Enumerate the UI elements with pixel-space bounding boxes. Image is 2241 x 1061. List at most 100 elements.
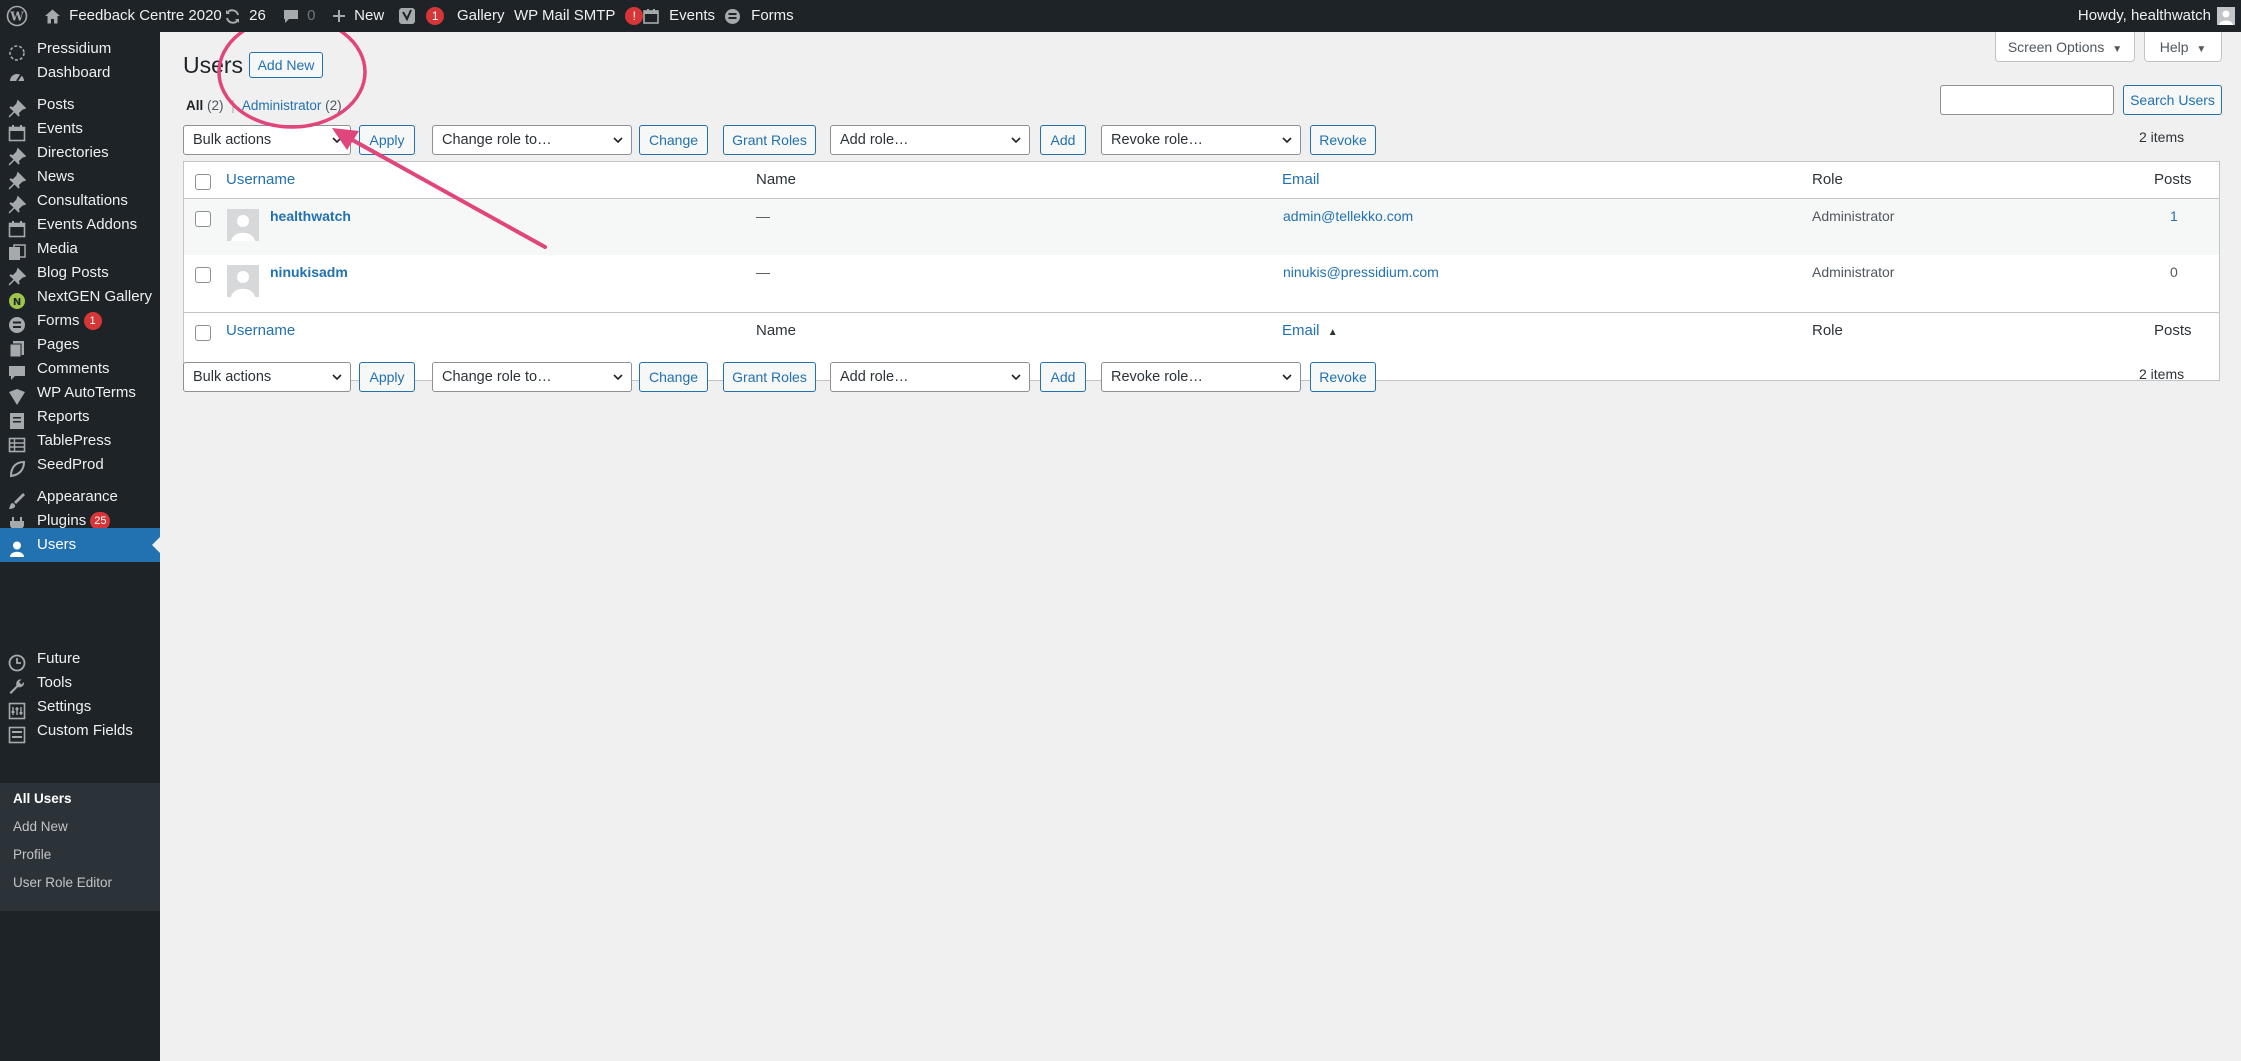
screen-options-button[interactable]: Screen Options ▼: [1995, 32, 2135, 62]
yoast-icon: [399, 8, 415, 25]
change-role-select-bottom[interactable]: Change role to…: [432, 362, 632, 392]
column-username[interactable]: Username: [226, 322, 295, 339]
wordpress-logo-icon[interactable]: W: [6, 0, 28, 32]
updates-link[interactable]: 26: [224, 0, 266, 32]
sidebar-item-custom-fields[interactable]: Custom Fields: [0, 714, 160, 748]
column-name: Name: [756, 171, 797, 188]
comment-icon: [284, 10, 298, 24]
posts-count: 0: [2170, 264, 2178, 280]
submenu-item-user-role-editor[interactable]: User Role Editor: [13, 875, 112, 890]
updates-count: 26: [249, 7, 266, 24]
sort-ascending-icon: ▲: [1327, 327, 1338, 338]
grant-roles-button[interactable]: Grant Roles: [723, 125, 816, 155]
site-name-link[interactable]: Feedback Centre 2020: [44, 0, 222, 32]
search-input[interactable]: [1940, 85, 2114, 115]
smtp-label: WP Mail SMTP: [514, 7, 616, 24]
add-role-button[interactable]: Add: [1040, 125, 1086, 155]
sidebar-item-label: Events Addons: [37, 216, 138, 233]
add-role-select[interactable]: Add role…: [830, 125, 1030, 155]
sidebar-item-label: TablePress: [37, 432, 112, 449]
column-email[interactable]: Email: [1282, 171, 1320, 188]
forms-link[interactable]: Forms: [724, 0, 794, 32]
chevron-down-icon: [332, 374, 342, 381]
avatar[interactable]: [2217, 0, 2235, 32]
bulk-actions-select-bottom[interactable]: Bulk actions: [183, 362, 351, 392]
name-cell: —: [756, 208, 770, 224]
revoke-button-bottom[interactable]: Revoke: [1310, 362, 1376, 392]
sidebar-item-label: Posts: [37, 96, 75, 113]
sidebar-item-dashboard[interactable]: Dashboard: [0, 56, 160, 90]
sidebar-item-label: Comments: [37, 360, 110, 377]
comments-count: 0: [307, 7, 316, 24]
sidebar-item-users[interactable]: Users: [0, 528, 160, 562]
chevron-down-icon: [1282, 137, 1292, 144]
submenu-item-all-users[interactable]: All Users: [13, 791, 72, 806]
email-link[interactable]: ninukis@pressidium.com: [1283, 264, 1439, 280]
apply-button-bottom[interactable]: Apply: [359, 362, 415, 392]
add-role-button-bottom[interactable]: Add: [1040, 362, 1086, 392]
sidebar-item-label: Custom Fields: [37, 722, 133, 739]
sidebar-item-label: Reports: [37, 408, 90, 425]
sidebar-item-label: Consultations: [37, 192, 128, 209]
column-name: Name: [756, 322, 797, 339]
select-value: Add role…: [840, 369, 909, 385]
admin-bar: W Feedback Centre 2020 26 0 New 1 Galler…: [0, 0, 2241, 32]
sidebar-item-label: Users: [37, 536, 77, 553]
select-all-checkbox[interactable]: [195, 325, 211, 341]
sidebar-item-seedprod[interactable]: SeedProd: [0, 448, 160, 482]
submenu-item-add-new[interactable]: Add New: [13, 819, 68, 834]
updates-icon: [226, 8, 239, 24]
sidebar-item-label: Plugins: [37, 512, 87, 529]
sidebar-item-label: Dashboard: [37, 64, 111, 81]
revoke-role-select[interactable]: Revoke role…: [1101, 125, 1301, 155]
sidebar-item-label: Settings: [37, 698, 92, 715]
column-posts: Posts: [2154, 322, 2192, 339]
posts-count-link[interactable]: 1: [2170, 208, 2178, 224]
calendar-icon: [643, 9, 659, 24]
home-icon: [45, 9, 60, 24]
seedprod-icon: [8, 457, 26, 478]
sidebar-item-label: Tools: [37, 674, 73, 691]
howdy-text[interactable]: Howdy, healthwatch: [2078, 0, 2211, 32]
email-header-label: Email: [1282, 322, 1320, 339]
new-content-link[interactable]: New: [332, 0, 384, 32]
sidebar-item-label: SeedProd: [37, 456, 104, 473]
yoast-link[interactable]: 1: [398, 0, 445, 32]
plus-icon: [333, 10, 345, 23]
items-count-bottom: 2 items: [2139, 366, 2185, 382]
sidebar-item-label: NextGEN Gallery: [37, 288, 153, 305]
fields-icon: [8, 723, 26, 744]
sidebar-item-label: Media: [37, 240, 78, 257]
annotation-arrow-line: [336, 130, 547, 249]
help-button[interactable]: Help ▼: [2144, 32, 2222, 62]
submenu-item-profile[interactable]: Profile: [13, 847, 51, 862]
wp-mail-smtp-link[interactable]: WP Mail SMTP !: [514, 0, 644, 32]
sidebar-item-label: Pages: [37, 336, 80, 353]
select-value: Change role to…: [442, 369, 552, 385]
smtp-badge: !: [625, 7, 644, 26]
search-users-button[interactable]: Search Users: [2123, 85, 2222, 115]
sidebar-item-label: Future: [37, 650, 81, 667]
table-footer: Username Name Email ▲ Role Posts: [184, 312, 2219, 349]
change-button-bottom[interactable]: Change: [639, 362, 708, 392]
comments-link[interactable]: 0: [283, 0, 316, 32]
gallery-link[interactable]: Gallery: [457, 0, 505, 32]
site-name: Feedback Centre 2020: [69, 7, 222, 24]
sidebar-item-label: News: [37, 168, 75, 185]
chevron-down-icon: [1282, 374, 1292, 381]
role-cell: Administrator: [1812, 264, 1895, 280]
annotation-arrowhead: [332, 128, 359, 150]
sidebar-item-label: Pressidium: [37, 40, 112, 57]
chevron-down-icon: ▼: [2196, 44, 2207, 55]
user-icon: [8, 537, 26, 557]
add-role-select-bottom[interactable]: Add role…: [830, 362, 1030, 392]
revoke-button[interactable]: Revoke: [1310, 125, 1376, 155]
email-link[interactable]: admin@tellekko.com: [1283, 208, 1413, 224]
revoke-role-select-bottom[interactable]: Revoke role…: [1101, 362, 1301, 392]
chevron-down-icon: ▼: [2112, 44, 2123, 55]
column-email[interactable]: Email ▲: [1282, 322, 1338, 339]
name-cell: —: [756, 264, 770, 280]
events-link[interactable]: Events: [643, 0, 715, 32]
sidebar-item-label: Events: [37, 120, 83, 137]
grant-roles-button-bottom[interactable]: Grant Roles: [723, 362, 816, 392]
